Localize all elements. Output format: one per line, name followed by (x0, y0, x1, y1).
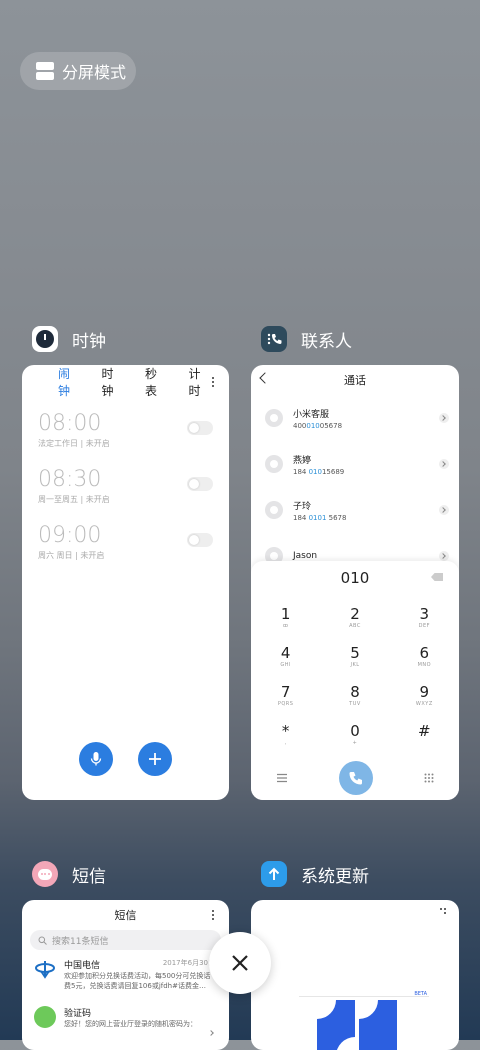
dial-key-6[interactable]: 6 MNO (390, 644, 459, 683)
dial-key-3[interactable]: 3 DEF (390, 605, 459, 644)
more-menu-icon[interactable] (212, 910, 215, 920)
chevron-right-icon[interactable] (439, 551, 449, 561)
avatar (265, 455, 283, 473)
more-menu-icon[interactable] (212, 377, 215, 387)
contacts-title-bar: 通话 (251, 365, 459, 395)
message-preview: 欢迎参加积分兑换话费活动，每500分可兑换话费5元，兑换话费请回复106或jfd… (64, 972, 211, 990)
tab-stopwatch[interactable]: 秒表 (145, 365, 169, 399)
dial-input[interactable]: 010 (251, 561, 459, 591)
menu-icon[interactable] (276, 773, 288, 783)
contact-item[interactable]: 燕婷 184 01015689 (251, 441, 459, 487)
chevron-right-icon[interactable] (207, 1028, 217, 1038)
contact-item[interactable]: 子玲 184 0101 5678 (251, 487, 459, 533)
search-placeholder: 搜索11条短信 (52, 936, 109, 947)
dial-keys: 1ꝏ 2 ABC 3 DEF 4 GHI 5 JKL 6 MNO 7 PQRS 8 TUV 9… (251, 605, 459, 761)
message-item[interactable]: 中国电信 欢迎参加积分兑换话费活动，每500分可兑换话费5元，兑换话费请回复10… (22, 950, 229, 998)
message-preview: 您好！您的网上营业厅登录的随机密码为： (64, 1020, 197, 1028)
dial-key-8[interactable]: 8 TUV (320, 683, 389, 722)
message-date: 2017年6月30日 (162, 959, 215, 967)
message-sender: 验证码 (64, 1009, 92, 1019)
dial-key-5[interactable]: 5 JKL (320, 644, 389, 683)
contact-name: 小米客服 (293, 409, 330, 420)
clock-app-icon (32, 326, 58, 352)
close-icon (232, 955, 248, 971)
contact-number: 184 01015689 (293, 467, 345, 476)
add-alarm-button[interactable] (138, 742, 172, 776)
contacts-app-card[interactable]: 通话 小米客服 40001005678 燕婷 184 01015689 子玲 1… (251, 365, 459, 800)
tab-clock[interactable]: 时钟 (102, 365, 126, 399)
messages-search-input[interactable]: 搜索11条短信 (30, 930, 221, 950)
messages-app-header[interactable]: 短信 (32, 861, 106, 887)
alarm-item[interactable]: 09:00 周六 周日 | 未开启 (22, 523, 229, 579)
contact-name: Jason (293, 551, 318, 561)
chevron-right-icon[interactable] (439, 505, 449, 515)
dialpad: 010 1ꝏ 2 ABC 3 DEF 4 GHI 5 JKL 6 MNO 7 PQRS 8T… (251, 561, 459, 800)
more-menu-icon[interactable] (439, 907, 447, 917)
voice-alarm-button[interactable] (79, 742, 113, 776)
dial-key-star[interactable]: *, (251, 722, 320, 761)
avatar (265, 409, 283, 427)
messages-app-icon (32, 861, 58, 887)
avatar (265, 501, 283, 519)
clock-app-name: 时钟 (72, 331, 106, 352)
contact-item[interactable]: 小米客服 40001005678 (251, 395, 459, 441)
alarm-repeat: 法定工作日 | 未开启 (38, 439, 110, 448)
contact-number: 40001005678 (293, 421, 343, 430)
phone-app-icon (261, 326, 287, 352)
message-item[interactable]: 验证码 您好！您的网上营业厅登录的随机密码为： (22, 998, 229, 1046)
clock-app-header[interactable]: 时钟 (32, 326, 106, 352)
verification-code-icon (34, 1006, 56, 1028)
clock-tab-bar: 闹钟 时钟 秒表 计时 (22, 365, 229, 399)
dial-key-0[interactable]: 0 + (320, 722, 389, 761)
alarm-toggle[interactable] (187, 421, 213, 435)
messages-app-name: 短信 (72, 866, 106, 887)
clock-app-card[interactable]: 闹钟 时钟 秒表 计时 08:00 法定工作日 | 未开启 08:30 周一至周… (22, 365, 229, 800)
dial-key-4[interactable]: 4 GHI (251, 644, 320, 683)
alarm-toggle[interactable] (187, 477, 213, 491)
china-telecom-logo-icon (34, 958, 56, 980)
split-screen-label: 分屏模式 (62, 63, 127, 82)
contact-name: 燕婷 (293, 455, 312, 466)
alarm-repeat: 周一至周五 | 未开启 (38, 495, 110, 504)
dial-key-2[interactable]: 2 ABC (320, 605, 389, 644)
dial-key-hash[interactable]: # (390, 722, 459, 761)
tab-alarm[interactable]: 闹钟 (58, 365, 82, 399)
dial-bottom-bar (251, 761, 459, 795)
contact-name: 子玲 (293, 501, 312, 512)
contacts-app-header[interactable]: 联系人 (261, 326, 352, 352)
search-icon (38, 936, 47, 945)
contacts-app-name: 联系人 (301, 331, 352, 352)
dial-key-9[interactable]: 9 WXYZ (390, 683, 459, 722)
plus-icon (149, 753, 161, 765)
messages-title-bar: 短信 (22, 900, 229, 930)
back-arrow-icon[interactable] (259, 372, 271, 384)
microphone-icon (90, 752, 102, 766)
chevron-right-icon[interactable] (439, 459, 449, 469)
call-button[interactable] (338, 761, 373, 795)
alarm-item[interactable]: 08:30 周一至周五 | 未开启 (22, 467, 229, 523)
updater-app-header[interactable]: 系统更新 (261, 861, 369, 887)
dialpad-icon[interactable] (424, 773, 434, 783)
clear-all-button[interactable] (209, 932, 271, 994)
alarm-repeat: 周六 周日 | 未开启 (38, 551, 105, 560)
contacts-title: 通话 (344, 374, 366, 387)
contact-number: 184 0101 5678 (293, 513, 347, 522)
alarm-toggle[interactable] (187, 533, 213, 547)
updater-app-card[interactable]: BETA (251, 900, 459, 1050)
tab-timer[interactable]: 计时 (189, 365, 213, 399)
dial-key-1[interactable]: 1ꝏ (251, 605, 320, 644)
phone-icon (349, 772, 362, 785)
split-screen-button[interactable]: 分屏模式 (20, 52, 136, 90)
chevron-right-icon[interactable] (439, 413, 449, 423)
updater-app-name: 系统更新 (301, 866, 369, 887)
beta-badge: BETA (414, 991, 427, 997)
alarm-item[interactable]: 08:00 法定工作日 | 未开启 (22, 411, 229, 467)
dial-key-7[interactable]: 7 PQRS (251, 683, 320, 722)
messages-app-card[interactable]: 短信 搜索11条短信 中国电信 欢迎参加积分兑换话费活动，每500分可兑换话费5… (22, 900, 229, 1050)
split-screen-icon (36, 62, 54, 80)
system-update-icon (261, 861, 287, 887)
update-illustration: BETA (299, 991, 429, 1050)
messages-title: 短信 (114, 909, 137, 922)
